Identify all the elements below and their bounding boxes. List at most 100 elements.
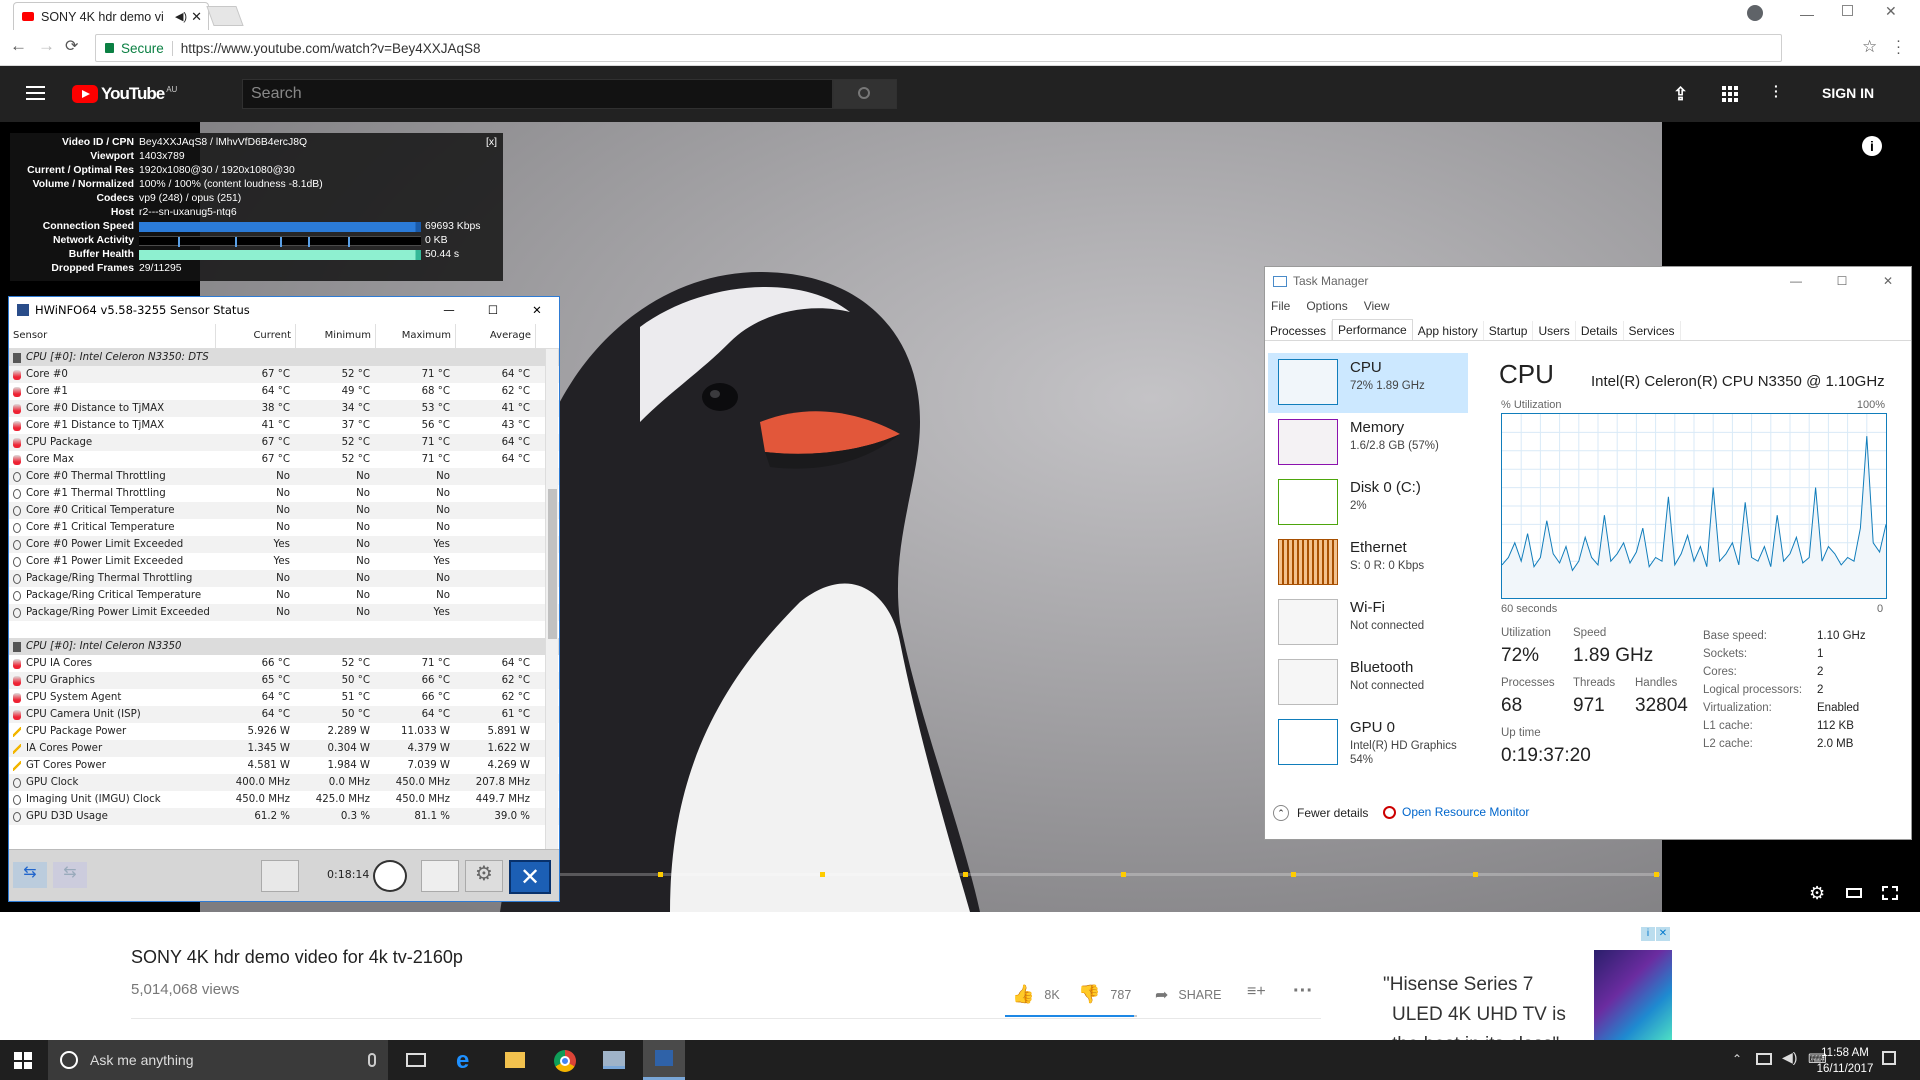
tab-users[interactable]: Users [1533, 321, 1576, 340]
tab-performance[interactable]: Performance [1332, 319, 1413, 340]
apps-grid-icon[interactable] [1722, 86, 1738, 102]
fullscreen-icon[interactable] [1882, 886, 1898, 900]
sensor-row[interactable]: Core #1 Distance to TjMAX 41 °C 37 °C 56 °C… [9, 417, 559, 434]
edge-icon[interactable]: e [456, 1047, 469, 1075]
tab-processes[interactable]: Processes [1265, 321, 1333, 340]
sensor-row[interactable]: Imaging Unit (IMGU) Clock 450.0 MHz 425.0 … [9, 791, 559, 808]
sensor-row[interactable]: GPU Clock 400.0 MHz 0.0 MHz 450.0 MHz 207.8 … [9, 774, 559, 791]
minimize-button[interactable]: — [1800, 6, 1814, 22]
forward-button[interactable]: → [38, 36, 55, 56]
settings-gear-icon[interactable]: ⚙ [1809, 883, 1825, 904]
sensor-row[interactable]: Core Max 67 °C 52 °C 71 °C 64 °C [9, 451, 559, 468]
sensor-row[interactable]: CPU Graphics 65 °C 50 °C 66 °C 62 °C [9, 672, 559, 689]
ad-info-icon[interactable]: i [1641, 927, 1655, 941]
back-button[interactable]: ← [10, 36, 27, 56]
youtube-logo[interactable]: YouTube AU [72, 84, 177, 104]
col-maximum[interactable]: Maximum [376, 324, 456, 348]
ad-image[interactable] [1594, 950, 1672, 1040]
menu-options[interactable]: Options [1306, 299, 1347, 313]
ad-close-icon[interactable]: ✕ [1656, 927, 1670, 941]
tray-chevron-icon[interactable]: ⌃ [1732, 1052, 1742, 1066]
fewer-details-button[interactable]: ⌃ Fewer details [1273, 805, 1368, 821]
sensor-row[interactable]: CPU Camera Unit (ISP) 64 °C 50 °C 64 °C 61 °… [9, 706, 559, 723]
stats-close-button[interactable]: [x] [486, 136, 497, 150]
col-current[interactable]: Current [216, 324, 296, 348]
report-icon[interactable] [421, 860, 459, 892]
sensor-row[interactable]: CPU IA Cores 66 °C 52 °C 71 °C 64 °C [9, 655, 559, 672]
res-disk[interactable]: Disk 0 (C:) 2% [1268, 473, 1468, 533]
menu-view[interactable]: View [1364, 299, 1390, 313]
sensor-row[interactable]: Core #1 Thermal Throttling No No No [9, 485, 559, 502]
browser-tab[interactable]: SONY 4K hdr demo vi ◀) ✕ [13, 2, 209, 30]
sensor-row[interactable]: Core #0 Distance to TjMAX 38 °C 34 °C 53 °C… [9, 400, 559, 417]
tm-close-button[interactable]: ✕ [1865, 274, 1911, 288]
sensor-row[interactable]: Core #1 64 °C 49 °C 68 °C 62 °C [9, 383, 559, 400]
tab-details[interactable]: Details [1576, 321, 1624, 340]
hwinfo-titlebar[interactable]: HWiNFO64 v5.58-3255 Sensor Status — ☐ ✕ [9, 297, 559, 322]
hamburger-menu-icon[interactable] [26, 86, 45, 100]
sensor-row[interactable]: Core #0 Power Limit Exceeded Yes No Yes [9, 536, 559, 553]
sensor-row[interactable]: Package/Ring Critical Temperature No No No [9, 587, 559, 604]
hwinfo-maximize-button[interactable]: ☐ [471, 303, 515, 317]
sensor-row[interactable]: Core #0 Thermal Throttling No No No [9, 468, 559, 485]
sensor-group-row[interactable]: CPU [#0]: Intel Celeron N3350: DTS [9, 349, 559, 366]
col-sensor[interactable]: Sensor [9, 324, 216, 348]
file-explorer-icon[interactable] [505, 1052, 525, 1068]
tm-minimize-button[interactable]: — [1773, 274, 1819, 288]
res-wifi[interactable]: Wi-Fi Not connected [1268, 593, 1468, 653]
microphone-icon[interactable] [368, 1053, 376, 1067]
sensor-group-row[interactable]: CPU [#0]: Intel Celeron N3350 [9, 638, 559, 655]
chrome-menu-icon[interactable]: · · · [1896, 33, 1901, 60]
tab-close-icon[interactable]: ✕ [191, 9, 202, 25]
reload-button[interactable]: ⟳ [65, 36, 78, 56]
tm-titlebar[interactable]: Task Manager — ☐ ✕ [1265, 267, 1911, 295]
hwinfo-close-button[interactable]: ✕ [515, 303, 559, 317]
res-cpu[interactable]: CPU 72% 1.89 GHz [1268, 353, 1468, 413]
ad-text[interactable]: "Hisense Series 7 ULED 4K UHD TV is the … [1383, 970, 1603, 1046]
menu-file[interactable]: File [1271, 299, 1290, 313]
sensor-row[interactable]: GPU D3D Usage 61.2 % 0.3 % 81.1 % 39.0 % [9, 808, 559, 825]
tab-app-history[interactable]: App history [1413, 321, 1484, 340]
audio-icon[interactable]: ◀) [175, 10, 187, 23]
sign-in-button[interactable]: SIGN IN [1822, 85, 1874, 101]
network-icon[interactable] [261, 860, 299, 892]
sensor-row[interactable]: Core #1 Critical Temperature No No No [9, 519, 559, 536]
share-button[interactable]: ➦ SHARE [1155, 985, 1221, 1005]
sensor-row[interactable]: Core #0 67 °C 52 °C 71 °C 64 °C [9, 366, 559, 383]
hwinfo-taskbar-icon[interactable] [643, 1040, 685, 1080]
tab-services[interactable]: Services [1624, 321, 1681, 340]
col-average[interactable]: Average [456, 324, 536, 348]
res-memory[interactable]: Memory 1.6/2.8 GB (57%) [1268, 413, 1468, 473]
more-actions-icon[interactable]: ··· [1293, 980, 1313, 1003]
chrome-icon[interactable] [554, 1050, 576, 1072]
cortana-search-box[interactable]: Ask me anything [48, 1040, 388, 1080]
settings-more-icon[interactable]: · · · [1774, 79, 1779, 103]
scroll-thumb[interactable] [548, 489, 557, 639]
sensor-row[interactable]: GT Cores Power 4.581 W 1.984 W 7.039 W 4.269… [9, 757, 559, 774]
sensor-row[interactable]: Core #0 Critical Temperature No No No [9, 502, 559, 519]
settings-icon[interactable]: ⚙ [465, 860, 503, 892]
tray-volume-icon[interactable]: ◀) [1782, 1049, 1797, 1066]
sensor-row[interactable]: Package/Ring Thermal Throttling No No No [9, 570, 559, 587]
res-ethernet[interactable]: Ethernet S: 0 R: 0 Kbps [1268, 533, 1468, 593]
res-gpu[interactable]: GPU 0 Intel(R) HD Graphics 54% [1268, 713, 1468, 773]
dislike-button[interactable]: 👎 787 [1078, 984, 1131, 1005]
add-to-playlist-icon[interactable]: ≡+ [1247, 983, 1266, 1001]
notifications-icon[interactable] [1882, 1051, 1896, 1065]
nav-arrows-disabled-icon[interactable]: ⇆ [53, 862, 87, 888]
sensor-row[interactable]: IA Cores Power 1.345 W 0.304 W 4.379 W 1.622… [9, 740, 559, 757]
search-input[interactable]: Search [242, 79, 833, 109]
tab-startup[interactable]: Startup [1484, 321, 1534, 340]
bookmark-star-icon[interactable]: ☆ [1862, 37, 1877, 57]
sensor-row[interactable]: Package/Ring Power Limit Exceeded No No Yes [9, 604, 559, 621]
tray-network-icon[interactable] [1756, 1053, 1772, 1065]
close-sensors-icon[interactable]: ✕ [509, 860, 551, 894]
clock-icon[interactable] [373, 860, 407, 892]
sensor-row[interactable]: CPU Package Power 5.926 W 2.289 W 11.033 W 5… [9, 723, 559, 740]
address-bar[interactable]: Secure https://www.youtube.com/watch?v=B… [95, 34, 1782, 62]
search-button[interactable] [833, 79, 897, 109]
sensor-row[interactable]: CPU System Agent 64 °C 51 °C 66 °C 62 °C [9, 689, 559, 706]
task-view-icon[interactable] [406, 1053, 426, 1067]
clock[interactable]: 11:58 AM 16/11/2017 [1800, 1045, 1890, 1077]
sensor-row[interactable] [9, 621, 559, 638]
